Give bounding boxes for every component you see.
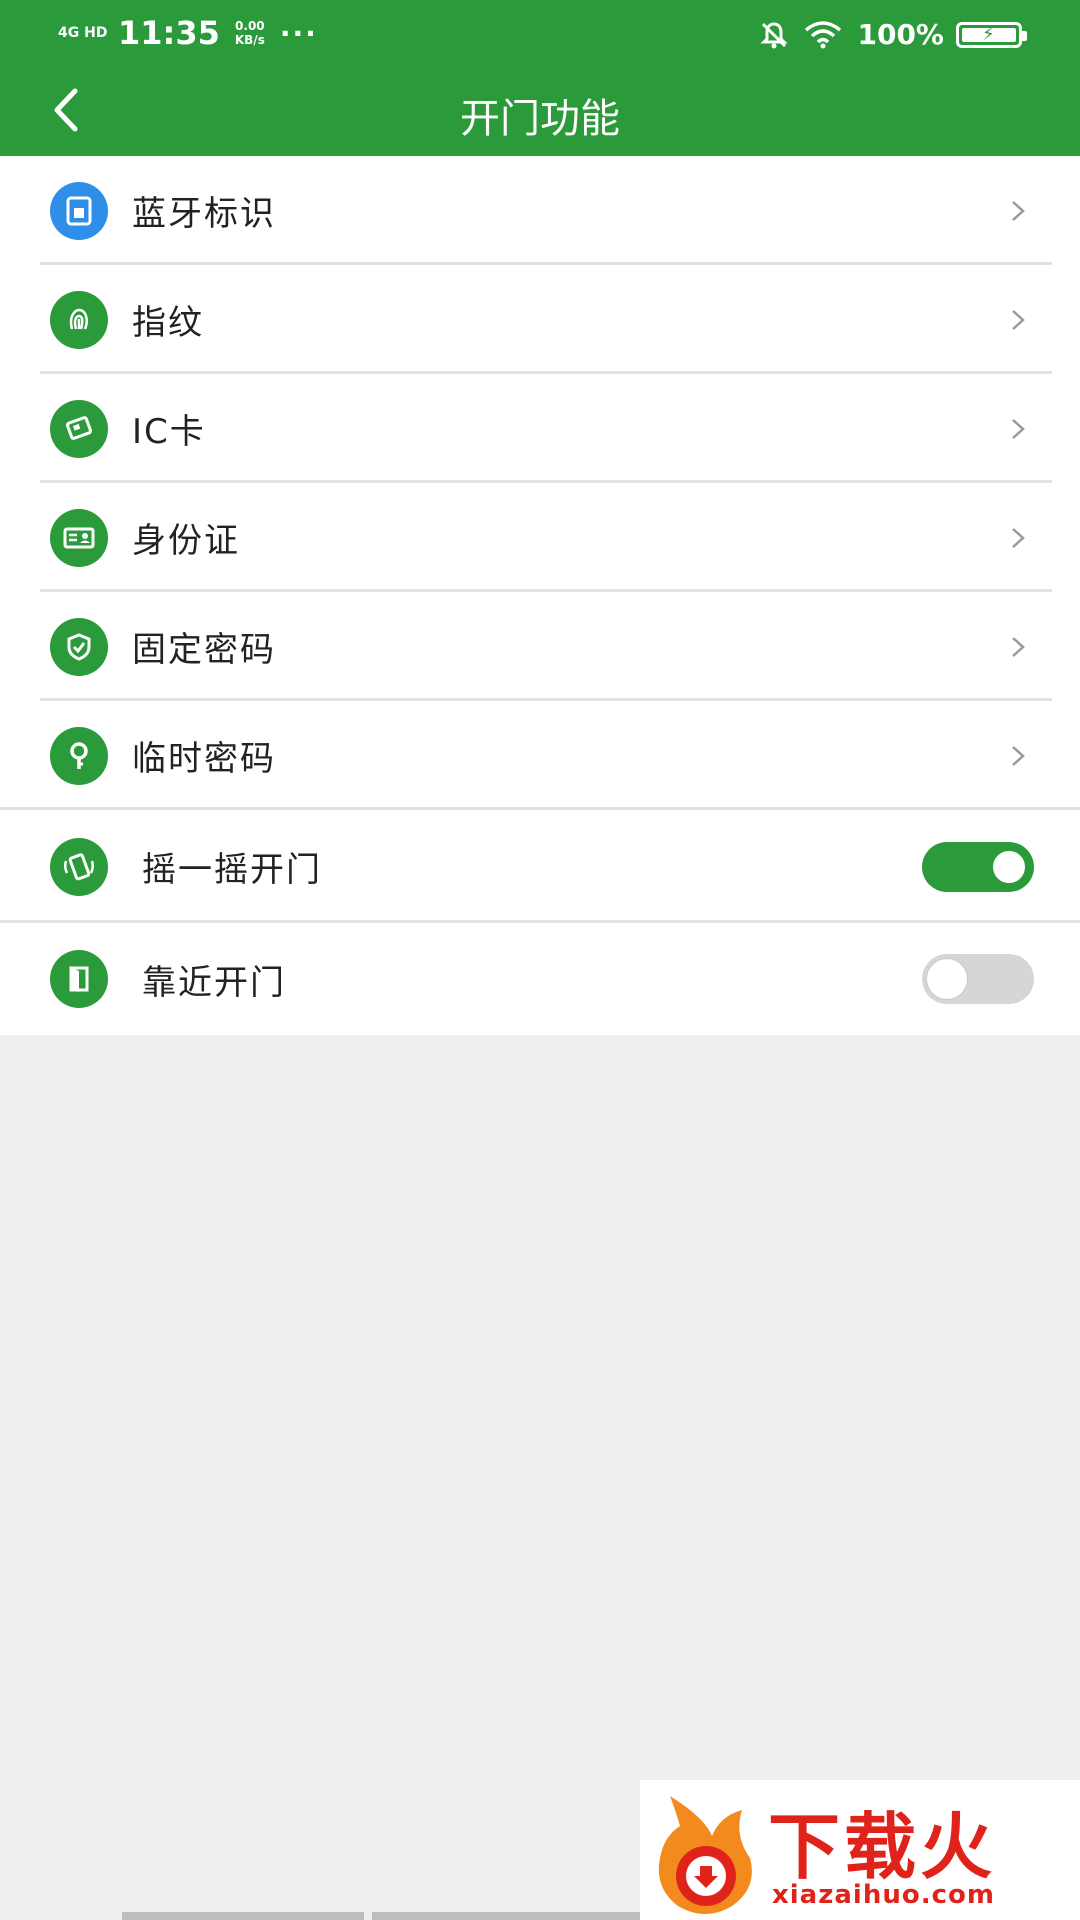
chevron-right-icon (1006, 744, 1030, 768)
toggle-row-proximity-open: 靠近开门 (0, 923, 1080, 1035)
nav-bar: 开门功能 (0, 70, 1080, 156)
page-title: 开门功能 (460, 96, 620, 142)
menu-item-temporary-password[interactable]: 临时密码 (0, 701, 1080, 810)
menu-item-bluetooth-tag[interactable]: 蓝牙标识 (0, 156, 1080, 265)
battery-icon: ⚡ (956, 21, 1027, 48)
chevron-right-icon (1006, 199, 1030, 223)
menu-item-fixed-password[interactable]: 固定密码 (0, 592, 1080, 701)
menu-item-fingerprint[interactable]: 指纹 (0, 265, 1080, 374)
menu-item-label: 身份证 (132, 521, 240, 561)
toggle-row-shake-open: 摇一摇开门 (0, 810, 1080, 923)
network-speed: 0.00 KB/s (234, 19, 265, 47)
chevron-right-icon (1006, 635, 1030, 659)
fingerprint-icon (50, 290, 108, 349)
mute-bell-icon (759, 20, 789, 50)
bottom-strip (372, 1912, 640, 1920)
shield-icon (50, 617, 108, 676)
menu-item-label: 蓝牙标识 (132, 194, 276, 234)
watermark-name: 下载火 (768, 1805, 997, 1889)
menu-item-ic-card[interactable]: IC卡 (0, 374, 1080, 483)
proximity-open-toggle[interactable] (922, 954, 1034, 1004)
toggle-knob (926, 958, 968, 1000)
settings-list: 蓝牙标识 指纹 IC卡 身份证 固定密码 临时密码 摇一摇开门 靠近开门 (0, 156, 1080, 1035)
bluetooth-tag-icon (50, 181, 108, 240)
chevron-right-icon (1006, 526, 1030, 550)
ic-card-icon (50, 399, 108, 458)
key-icon (50, 726, 108, 785)
menu-item-label: 指纹 (132, 303, 204, 343)
menu-item-label: 临时密码 (132, 739, 276, 779)
flame-logo-icon (658, 1796, 752, 1914)
menu-item-label: IC卡 (132, 412, 206, 452)
bottom-strip (122, 1912, 364, 1920)
toggle-knob (988, 845, 1030, 888)
shake-open-toggle[interactable] (922, 841, 1034, 892)
toggle-label: 靠近开门 (142, 962, 286, 1003)
watermark: 下载火 xiazaihuo.com (640, 1780, 1080, 1920)
watermark-url: xiazaihuo.com (772, 1880, 995, 1910)
shake-phone-icon (50, 837, 108, 896)
wifi-icon (803, 20, 843, 50)
battery-percentage: 100% (857, 18, 944, 51)
id-card-icon (50, 508, 108, 567)
more-notifications-icon: ··· (279, 16, 318, 50)
status-bar: 4G HD 11:35 0.00 KB/s ··· 100% ⚡ (0, 0, 1080, 70)
status-time: 11:35 (118, 14, 220, 52)
toggle-label: 摇一摇开门 (142, 850, 322, 890)
menu-item-label: 固定密码 (132, 630, 276, 670)
chevron-right-icon (1006, 417, 1030, 441)
door-icon (50, 950, 108, 1008)
signal-indicator: 4G HD (58, 25, 108, 41)
menu-item-id-card[interactable]: 身份证 (0, 483, 1080, 592)
chevron-right-icon (1006, 308, 1030, 332)
app-header: 4G HD 11:35 0.00 KB/s ··· 100% ⚡ 开门功能 (0, 0, 1080, 156)
